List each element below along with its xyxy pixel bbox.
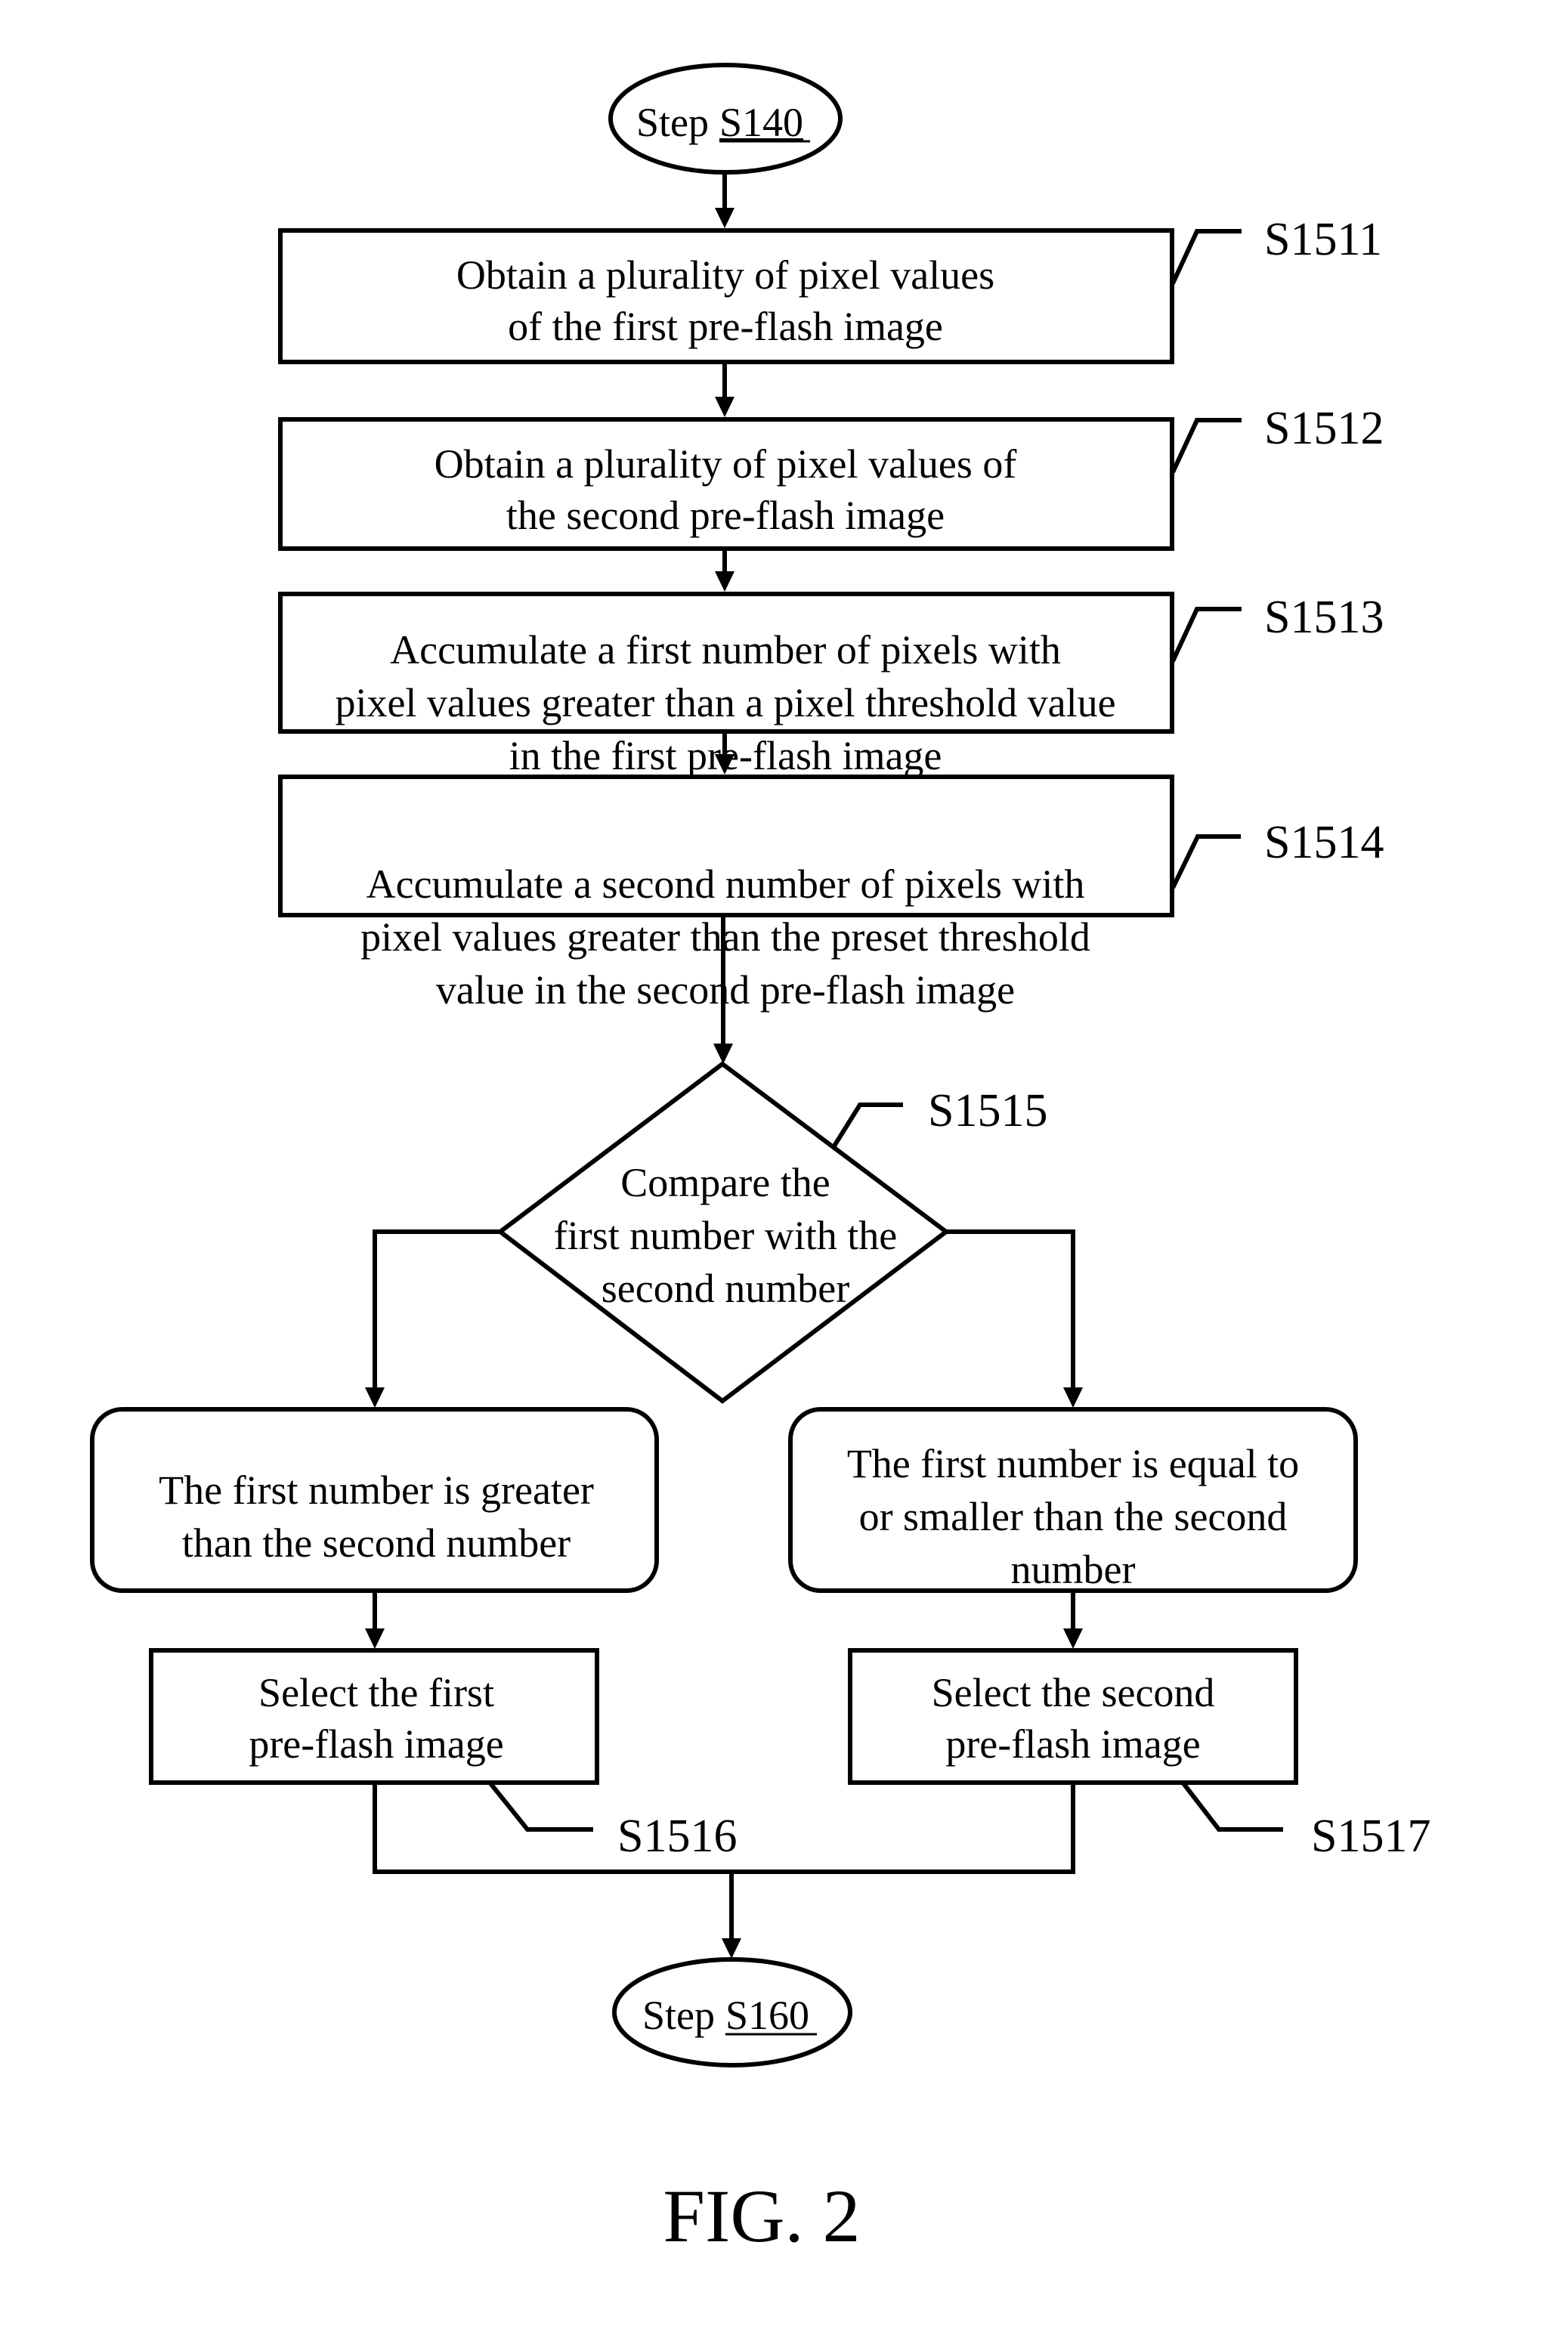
- decision-text-line: first number with the: [554, 1213, 897, 1258]
- flowchart: Step S140 Obtain a plurality of pixel va…: [90, 63, 1430, 2258]
- decision-text-line: Compare the: [620, 1160, 830, 1205]
- figure-label: FIG. 2: [663, 2174, 860, 2258]
- arrowhead: [715, 208, 735, 228]
- step-text-line: Obtain a plurality of pixel values of: [435, 441, 1017, 487]
- arrowhead: [365, 1628, 385, 1649]
- callout-leader-s1511: [1171, 229, 1242, 285]
- ref-label-s1516: S1516: [617, 1811, 737, 1862]
- step-text-line: value in the second pre-flash image: [436, 967, 1015, 1013]
- condition-left: The first number is greater than the sec…: [90, 1407, 659, 1593]
- connector-decision-right: [946, 1229, 1075, 1391]
- step-s1513: Accumulate a first number of pixels with…: [278, 592, 1174, 778]
- step-s1514: Accumulate a second number of pixels wit…: [278, 775, 1174, 1013]
- select-text-line: Select the first: [258, 1670, 494, 1715]
- decision-s1515: Compare the first number with the second…: [496, 1061, 950, 1404]
- step-text-line: of the first pre-flash image: [508, 304, 943, 349]
- step-text-line: Accumulate a first number of pixels with: [390, 627, 1061, 673]
- step-text-line: pixel values greater than the preset thr…: [360, 914, 1090, 960]
- start-terminal-prefix: Step: [636, 100, 709, 145]
- step-s1512: Obtain a plurality of pixel values of th…: [278, 417, 1174, 551]
- arrowhead: [722, 1938, 741, 1959]
- step-s1511: Obtain a plurality of pixel values of th…: [278, 228, 1174, 364]
- arrowhead: [365, 1387, 385, 1408]
- start-terminal: Step S140: [608, 63, 843, 175]
- ref-label-s1514: S1514: [1264, 817, 1384, 868]
- arrowhead: [713, 1044, 733, 1064]
- end-terminal: Step S160: [612, 1957, 852, 2067]
- decision-text-line: second number: [602, 1266, 849, 1311]
- ref-label-s1512: S1512: [1264, 403, 1384, 454]
- callout-leader-s1513: [1171, 607, 1242, 663]
- arrowhead: [1063, 1628, 1083, 1649]
- condition-right: The first number is equal to or smaller …: [788, 1407, 1358, 1593]
- condition-text-line: or smaller than the second: [859, 1494, 1288, 1539]
- callout-leader-s1516: [488, 1782, 593, 1832]
- step-text-line: Accumulate a second number of pixels wit…: [366, 861, 1085, 907]
- arrowhead: [1063, 1387, 1083, 1408]
- step-text-line: the second pre-flash image: [506, 493, 945, 538]
- step-text-line: in the first pre-flash image: [509, 733, 942, 778]
- end-terminal-prefix: Step: [642, 1993, 715, 2038]
- select-first-s1516: Select the first pre-flash image: [149, 1648, 599, 1785]
- ref-label-s1513: S1513: [1264, 592, 1384, 643]
- condition-text-line: than the second number: [182, 1520, 571, 1566]
- arrowhead: [715, 397, 735, 417]
- arrowhead: [715, 571, 735, 592]
- ref-label-s1515: S1515: [928, 1085, 1047, 1137]
- connector-decision-left: [373, 1229, 500, 1391]
- start-terminal-ref: S140: [719, 100, 803, 145]
- ref-label-s1511: S1511: [1264, 214, 1382, 265]
- callout-leader-s1512: [1171, 418, 1242, 474]
- condition-text-line: number: [1011, 1547, 1136, 1592]
- callout-leader-s1514: [1171, 834, 1241, 889]
- end-terminal-ref: S160: [725, 1993, 809, 2038]
- callout-leader-s1515: [831, 1103, 903, 1149]
- select-text-line: pre-flash image: [249, 1721, 503, 1767]
- select-text-line: pre-flash image: [945, 1721, 1200, 1767]
- callout-leader-s1517: [1181, 1782, 1283, 1832]
- select-second-s1517: Select the second pre-flash image: [848, 1648, 1298, 1785]
- condition-text-line: The first number is greater: [159, 1467, 594, 1513]
- condition-text-line: The first number is equal to: [847, 1441, 1299, 1486]
- ref-label-s1517: S1517: [1311, 1811, 1430, 1862]
- step-text-line: Obtain a plurality of pixel values: [456, 252, 994, 298]
- select-text-line: Select the second: [932, 1670, 1215, 1715]
- step-text-line: pixel values greater than a pixel thresh…: [335, 680, 1115, 725]
